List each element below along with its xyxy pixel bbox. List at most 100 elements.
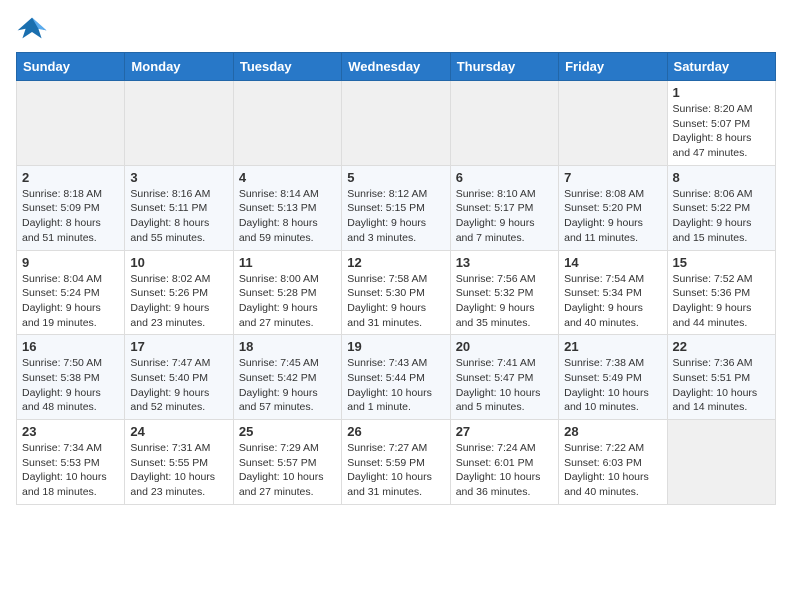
calendar-cell: 20 Sunrise: 7:41 AM Sunset: 5:47 PM Dayli… (450, 335, 558, 420)
calendar-table: SundayMondayTuesdayWednesdayThursdayFrid… (16, 52, 776, 505)
day-number: 15 (673, 255, 770, 270)
day-number: 2 (22, 170, 119, 185)
calendar-cell (17, 81, 125, 166)
day-number: 11 (239, 255, 336, 270)
calendar-cell: 7Sunrise: 8:08 AM Sunset: 5:20 PM Daylig… (559, 165, 667, 250)
day-number: 4 (239, 170, 336, 185)
day-info: Sunrise: 8:14 AM Sunset: 5:13 PM Dayligh… (239, 187, 336, 246)
calendar-cell: 18 Sunrise: 7:45 AM Sunset: 5:42 PM Dayli… (233, 335, 341, 420)
calendar-cell: 23 Sunrise: 7:34 AM Sunset: 5:53 PM Dayli… (17, 420, 125, 505)
day-info: Sunrise: 7:52 AM Sunset: 5:36 PM Dayligh… (673, 272, 770, 331)
day-number: 3 (130, 170, 227, 185)
day-info: Sunrise: 8:04 AM Sunset: 5:24 PM Dayligh… (22, 272, 119, 331)
day-info: Sunrise: 8:18 AM Sunset: 5:09 PM Dayligh… (22, 187, 119, 246)
calendar-cell (125, 81, 233, 166)
calendar-cell: 14 Sunrise: 7:54 AM Sunset: 5:34 PM Dayli… (559, 250, 667, 335)
day-info: Sunrise: 8:20 AM Sunset: 5:07 PM Dayligh… (673, 102, 770, 161)
calendar-cell: 15 Sunrise: 7:52 AM Sunset: 5:36 PM Dayli… (667, 250, 775, 335)
day-info: Sunrise: 8:12 AM Sunset: 5:15 PM Dayligh… (347, 187, 444, 246)
day-info: Sunrise: 7:58 AM Sunset: 5:30 PM Dayligh… (347, 272, 444, 331)
day-number: 25 (239, 424, 336, 439)
day-info: Sunrise: 7:24 AM Sunset: 6:01 PM Dayligh… (456, 441, 553, 500)
day-info: Sunrise: 7:36 AM Sunset: 5:51 PM Dayligh… (673, 356, 770, 415)
calendar-cell: 2 Sunrise: 8:18 AM Sunset: 5:09 PM Daylig… (17, 165, 125, 250)
day-number: 23 (22, 424, 119, 439)
col-header-tuesday: Tuesday (233, 53, 341, 81)
day-number: 18 (239, 339, 336, 354)
calendar-cell (233, 81, 341, 166)
calendar-cell (559, 81, 667, 166)
day-info: Sunrise: 8:00 AM Sunset: 5:28 PM Dayligh… (239, 272, 336, 331)
day-info: Sunrise: 8:16 AM Sunset: 5:11 PM Dayligh… (130, 187, 227, 246)
calendar-cell: 6 Sunrise: 8:10 AM Sunset: 5:17 PM Daylig… (450, 165, 558, 250)
calendar-week-row: 23 Sunrise: 7:34 AM Sunset: 5:53 PM Dayli… (17, 420, 776, 505)
calendar-cell: 16 Sunrise: 7:50 AM Sunset: 5:38 PM Dayli… (17, 335, 125, 420)
day-number: 22 (673, 339, 770, 354)
calendar-cell: 11 Sunrise: 8:00 AM Sunset: 5:28 PM Dayli… (233, 250, 341, 335)
calendar-cell: 17 Sunrise: 7:47 AM Sunset: 5:40 PM Dayli… (125, 335, 233, 420)
day-number: 21 (564, 339, 661, 354)
day-number: 1 (673, 85, 770, 100)
day-info: Sunrise: 8:02 AM Sunset: 5:26 PM Dayligh… (130, 272, 227, 331)
calendar-week-row: 2 Sunrise: 8:18 AM Sunset: 5:09 PM Daylig… (17, 165, 776, 250)
calendar-cell: 21 Sunrise: 7:38 AM Sunset: 5:49 PM Dayli… (559, 335, 667, 420)
calendar-cell: 19 Sunrise: 7:43 AM Sunset: 5:44 PM Dayli… (342, 335, 450, 420)
day-number: 8 (673, 170, 770, 185)
page-header (16, 16, 776, 44)
day-info: Sunrise: 7:41 AM Sunset: 5:47 PM Dayligh… (456, 356, 553, 415)
col-header-thursday: Thursday (450, 53, 558, 81)
col-header-sunday: Sunday (17, 53, 125, 81)
calendar-cell: 22 Sunrise: 7:36 AM Sunset: 5:51 PM Dayli… (667, 335, 775, 420)
calendar-cell: 13 Sunrise: 7:56 AM Sunset: 5:32 PM Dayli… (450, 250, 558, 335)
day-info: Sunrise: 7:54 AM Sunset: 5:34 PM Dayligh… (564, 272, 661, 331)
day-info: Sunrise: 7:45 AM Sunset: 5:42 PM Dayligh… (239, 356, 336, 415)
calendar-cell: 1 Sunrise: 8:20 AM Sunset: 5:07 PM Daylig… (667, 81, 775, 166)
col-header-wednesday: Wednesday (342, 53, 450, 81)
logo (16, 16, 52, 44)
day-number: 6 (456, 170, 553, 185)
day-number: 13 (456, 255, 553, 270)
day-number: 5 (347, 170, 444, 185)
calendar-week-row: 16 Sunrise: 7:50 AM Sunset: 5:38 PM Dayli… (17, 335, 776, 420)
day-number: 17 (130, 339, 227, 354)
day-info: Sunrise: 8:08 AM Sunset: 5:20 PM Dayligh… (564, 187, 661, 246)
day-number: 19 (347, 339, 444, 354)
day-info: Sunrise: 7:38 AM Sunset: 5:49 PM Dayligh… (564, 356, 661, 415)
day-info: Sunrise: 7:47 AM Sunset: 5:40 PM Dayligh… (130, 356, 227, 415)
day-info: Sunrise: 7:22 AM Sunset: 6:03 PM Dayligh… (564, 441, 661, 500)
day-info: Sunrise: 7:43 AM Sunset: 5:44 PM Dayligh… (347, 356, 444, 415)
day-number: 16 (22, 339, 119, 354)
day-number: 12 (347, 255, 444, 270)
day-number: 27 (456, 424, 553, 439)
calendar-cell: 8 Sunrise: 8:06 AM Sunset: 5:22 PM Daylig… (667, 165, 775, 250)
day-info: Sunrise: 7:56 AM Sunset: 5:32 PM Dayligh… (456, 272, 553, 331)
calendar-week-row: 9 Sunrise: 8:04 AM Sunset: 5:24 PM Daylig… (17, 250, 776, 335)
day-number: 14 (564, 255, 661, 270)
calendar-cell: 10 Sunrise: 8:02 AM Sunset: 5:26 PM Dayli… (125, 250, 233, 335)
calendar-cell: 9 Sunrise: 8:04 AM Sunset: 5:24 PM Daylig… (17, 250, 125, 335)
calendar-cell: 3 Sunrise: 8:16 AM Sunset: 5:11 PM Daylig… (125, 165, 233, 250)
day-number: 20 (456, 339, 553, 354)
day-info: Sunrise: 8:10 AM Sunset: 5:17 PM Dayligh… (456, 187, 553, 246)
logo-icon (16, 16, 48, 44)
day-number: 10 (130, 255, 227, 270)
day-info: Sunrise: 7:50 AM Sunset: 5:38 PM Dayligh… (22, 356, 119, 415)
calendar-week-row: 1 Sunrise: 8:20 AM Sunset: 5:07 PM Daylig… (17, 81, 776, 166)
day-number: 28 (564, 424, 661, 439)
day-number: 9 (22, 255, 119, 270)
calendar-cell: 25Sunrise: 7:29 AM Sunset: 5:57 PM Dayli… (233, 420, 341, 505)
calendar-cell: 24Sunrise: 7:31 AM Sunset: 5:55 PM Dayli… (125, 420, 233, 505)
calendar-cell: 28 Sunrise: 7:22 AM Sunset: 6:03 PM Dayli… (559, 420, 667, 505)
calendar-cell (667, 420, 775, 505)
calendar-cell: 5 Sunrise: 8:12 AM Sunset: 5:15 PM Daylig… (342, 165, 450, 250)
col-header-friday: Friday (559, 53, 667, 81)
day-info: Sunrise: 7:31 AM Sunset: 5:55 PM Dayligh… (130, 441, 227, 500)
calendar-cell: 4 Sunrise: 8:14 AM Sunset: 5:13 PM Daylig… (233, 165, 341, 250)
calendar-cell: 27 Sunrise: 7:24 AM Sunset: 6:01 PM Dayli… (450, 420, 558, 505)
day-info: Sunrise: 8:06 AM Sunset: 5:22 PM Dayligh… (673, 187, 770, 246)
calendar-cell: 12 Sunrise: 7:58 AM Sunset: 5:30 PM Dayli… (342, 250, 450, 335)
day-info: Sunrise: 7:34 AM Sunset: 5:53 PM Dayligh… (22, 441, 119, 500)
day-info: Sunrise: 7:27 AM Sunset: 5:59 PM Dayligh… (347, 441, 444, 500)
calendar-header-row: SundayMondayTuesdayWednesdayThursdayFrid… (17, 53, 776, 81)
col-header-monday: Monday (125, 53, 233, 81)
